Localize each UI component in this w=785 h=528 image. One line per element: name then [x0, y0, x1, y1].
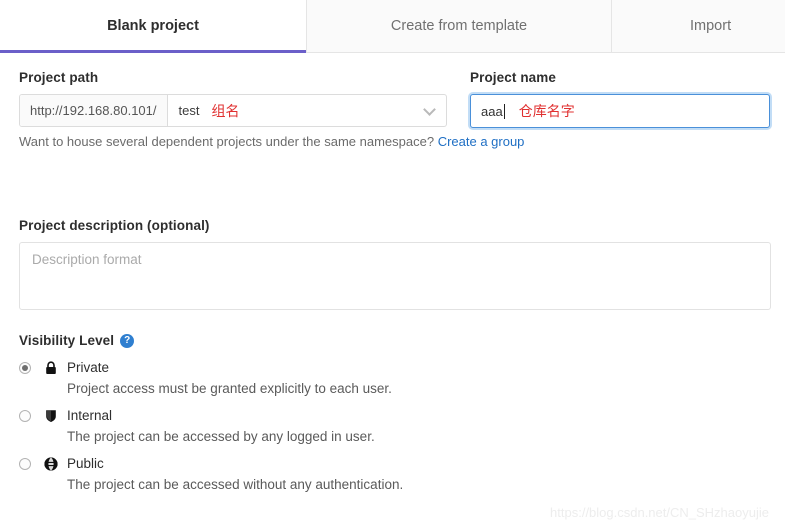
project-name-value: aaa	[481, 103, 503, 119]
tab-import-label: Import	[690, 18, 732, 34]
project-description-label: Project description (optional)	[19, 218, 210, 233]
question-mark-help-icon[interactable]: ?	[120, 333, 135, 348]
tab-create-from-template-label: Create from template	[390, 18, 528, 34]
visibility-public-description: The project can be accessed without any …	[67, 477, 404, 492]
project-type-tabs: Blank project Create from template Impor…	[0, 0, 785, 53]
radio-private[interactable]	[19, 362, 31, 374]
visibility-public-title: Public	[67, 456, 104, 471]
namespace-selected-value: test	[178, 103, 200, 118]
project-name-label: Project name	[470, 70, 556, 85]
project-description-field-group: Project description (optional) Descripti…	[19, 218, 771, 310]
tab-blank-project-label: Blank project	[107, 18, 199, 34]
globe-icon	[43, 456, 59, 472]
namespace-hint-text: Want to house several dependent projects…	[19, 134, 435, 149]
tab-create-from-template[interactable]: Create from template	[307, 0, 612, 52]
visibility-internal-title: Internal	[67, 408, 113, 423]
visibility-option-internal[interactable]: Internal The project can be accessed by …	[19, 408, 619, 444]
chevron-down-icon	[423, 102, 436, 116]
project-path-label: Project path	[19, 70, 99, 85]
radio-internal[interactable]	[19, 410, 31, 422]
visibility-level-section: Visibility Level ? Private Project acces…	[19, 333, 619, 504]
radio-public[interactable]	[19, 458, 31, 470]
visibility-private-description: Project access must be granted explicitl…	[67, 381, 392, 396]
create-a-group-link[interactable]: Create a group	[438, 134, 525, 149]
tab-blank-project[interactable]: Blank project	[0, 0, 307, 53]
project-name-field-group: Project name aaa 仓库名字	[470, 70, 770, 128]
visibility-level-header: Visibility Level ?	[19, 333, 619, 348]
namespace-annotation: 组名	[211, 102, 240, 119]
visibility-internal-description: The project can be accessed by any logge…	[67, 429, 375, 444]
project-path-field-group: Project path http://192.168.80.101/ test…	[19, 70, 447, 127]
create-project-page: Blank project Create from template Impor…	[0, 0, 785, 528]
namespace-hint: Want to house several dependent projects…	[19, 134, 524, 149]
visibility-private-title: Private	[67, 360, 110, 375]
project-name-input[interactable]: aaa 仓库名字	[470, 94, 770, 128]
lock-icon	[43, 360, 59, 376]
project-description-textarea[interactable]: Description format	[19, 242, 771, 310]
project-path-input-group[interactable]: http://192.168.80.101/ test 组名	[19, 94, 447, 127]
shield-icon	[43, 408, 59, 424]
project-name-annotation: 仓库名字	[518, 103, 575, 119]
namespace-select[interactable]: test 组名	[168, 95, 447, 126]
text-cursor	[503, 103, 505, 119]
watermark: https://blog.csdn.net/CN_SHzhaoyujie	[550, 505, 769, 520]
tab-import[interactable]: Import	[612, 0, 785, 52]
visibility-option-private[interactable]: Private Project access must be granted e…	[19, 360, 619, 396]
visibility-option-public[interactable]: Public The project can be accessed witho…	[19, 456, 619, 492]
project-path-url-prefix: http://192.168.80.101/	[20, 95, 168, 126]
visibility-level-label: Visibility Level	[19, 333, 115, 348]
